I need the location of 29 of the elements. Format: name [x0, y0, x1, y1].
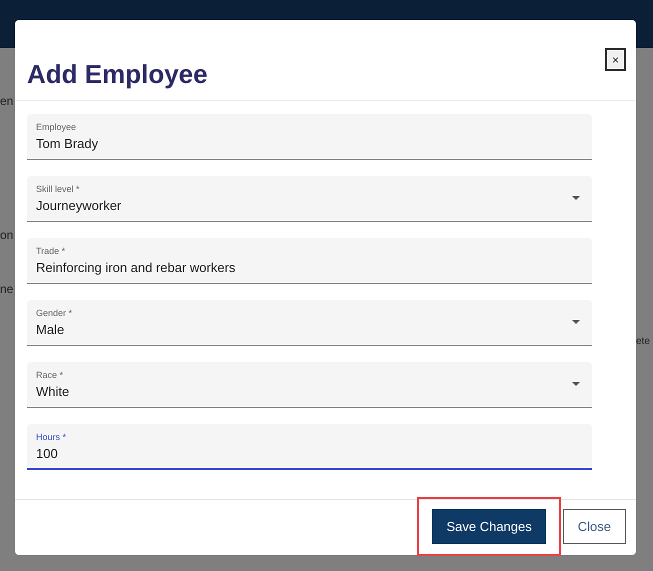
background-text: on [0, 227, 14, 244]
field-label: Hours * [36, 432, 68, 443]
field-label: Trade * [36, 246, 66, 257]
dropdown-caret-icon [572, 382, 580, 386]
field-value: Male [36, 321, 64, 339]
input-field[interactable]: Employee Tom Brady [27, 114, 592, 160]
close-button[interactable]: Close [562, 509, 626, 544]
field-label: Race * [36, 370, 64, 381]
background-text: ne [0, 281, 14, 298]
dropdown-caret-icon [572, 196, 580, 200]
input-field[interactable]: Trade * Reinforcing iron and rebar workers [27, 238, 592, 284]
select-field[interactable]: Skill level * Journeyworker [27, 176, 592, 222]
select-field[interactable]: Race * White [27, 362, 592, 408]
field-value: Reinforcing iron and rebar workers [36, 259, 236, 277]
field-value: 100 [36, 445, 58, 463]
background-text: ete [636, 335, 650, 349]
dialog-title: Add Employee [27, 58, 208, 91]
dropdown-caret-icon [572, 320, 580, 324]
field-value: White [36, 383, 70, 401]
field-label: Skill level * [36, 184, 81, 195]
field-value: Tom Brady [36, 135, 98, 153]
field-value: Journeyworker [36, 197, 122, 215]
select-field[interactable]: Gender * Male [27, 300, 592, 346]
background-text: en [0, 93, 14, 110]
field-label: Gender * [36, 308, 74, 319]
close-button[interactable]: × [605, 48, 626, 71]
save-button[interactable]: Save Changes [432, 509, 546, 544]
input-field[interactable]: Hours * 100 [27, 424, 592, 470]
field-label: Employee [36, 122, 78, 133]
